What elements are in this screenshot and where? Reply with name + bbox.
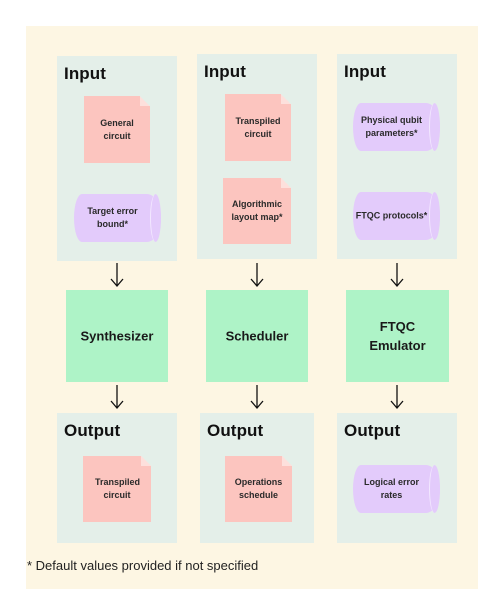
footnote: * Default values provided if not specifi…	[27, 558, 259, 573]
document-label: Transpiled circuit	[95, 477, 141, 500]
document-label: Transpiled circuit	[235, 115, 281, 139]
input-panel-synthesizer: Input General circuit Target error bound…	[57, 56, 177, 261]
panel-title: Input	[64, 64, 107, 83]
process-synthesizer: Synthesizer	[66, 290, 168, 382]
panel-title: Input	[344, 62, 387, 81]
document-label: Algorithmic layout map*	[231, 199, 283, 222]
process-label: FTQC Emulator	[369, 319, 426, 353]
process-ftqc-emulator: FTQC Emulator	[346, 290, 449, 382]
document-fold-icon	[281, 178, 291, 188]
document-transpiled-circuit: Transpiled circuit	[225, 94, 291, 161]
document-fold-icon	[141, 456, 151, 466]
document-general-circuit: General circuit	[84, 96, 150, 163]
document-fold-icon	[282, 456, 292, 466]
cylinder-physical-qubit-parameters: Physical qubit parameters*	[353, 103, 440, 151]
arrow-down-icon	[390, 385, 404, 409]
arrow-down-icon	[110, 385, 124, 409]
output-panel-scheduler: Output Operations schedule	[200, 413, 314, 543]
cylinder-target-error-bound: Target error bound*	[74, 194, 161, 242]
arrow-down-icon	[390, 263, 404, 287]
panel-title: Output	[344, 421, 401, 440]
cylinder-label: Physical qubit parameters*	[360, 115, 422, 138]
cylinder-logical-error-rates: Logical error rates	[353, 465, 440, 513]
document-fold-icon	[281, 94, 291, 104]
process-scheduler: Scheduler	[206, 290, 308, 382]
process-label: Scheduler	[225, 328, 289, 344]
input-panel-scheduler: Input Transpiled circuit Algorithmic lay…	[197, 54, 317, 259]
document-label: Operations schedule	[234, 477, 283, 500]
cylinder-label: Logical error rates	[363, 477, 419, 500]
process-label: Synthesizer	[80, 328, 154, 344]
panel-title: Output	[207, 421, 264, 440]
arrow-down-icon	[110, 263, 124, 287]
document-transpiled-circuit: Transpiled circuit	[83, 456, 151, 522]
document-label: General circuit	[100, 117, 134, 141]
arrow-down-icon	[250, 263, 264, 287]
arrow-down-icon	[250, 385, 264, 409]
document-operations-schedule: Operations schedule	[225, 456, 292, 522]
panel-title: Output	[64, 421, 121, 440]
document-algorithmic-layout-map: Algorithmic layout map*	[223, 178, 291, 244]
cylinder-label: FTQC protocols*	[355, 210, 428, 221]
output-panel-ftqc-emulator: Output Logical error rates	[337, 413, 457, 543]
panel-title: Input	[204, 62, 247, 81]
cylinder-label: Target error bound*	[87, 206, 138, 229]
cylinder-ftqc-protocols: FTQC protocols*	[353, 192, 440, 240]
output-panel-synthesizer: Output Transpiled circuit	[57, 413, 177, 543]
input-panel-ftqc-emulator: Input Physical qubit parameters* FTQC pr…	[337, 54, 457, 259]
document-fold-icon	[140, 96, 150, 106]
